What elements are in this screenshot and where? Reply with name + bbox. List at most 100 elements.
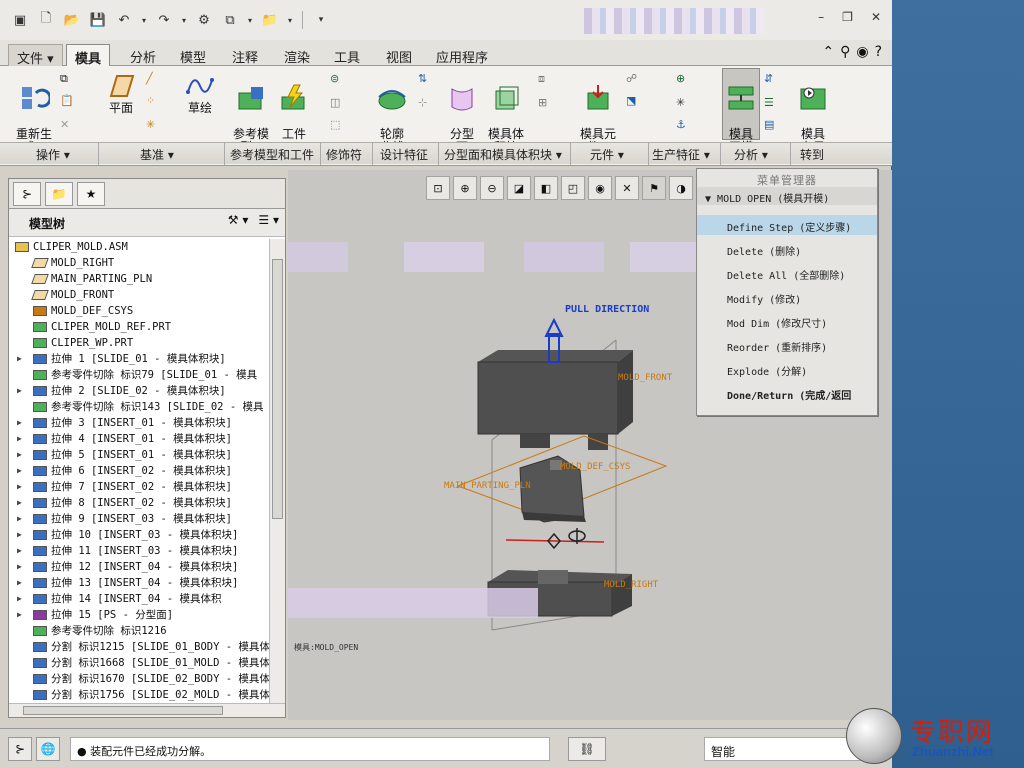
view-manager-icon[interactable]: ◉ bbox=[588, 176, 612, 200]
new-file-icon[interactable]: 🗋 bbox=[36, 10, 56, 30]
tab-applications[interactable]: 应用程序 bbox=[428, 44, 496, 66]
expand-arrow-icon[interactable]: ▶ bbox=[17, 511, 22, 527]
group-operations[interactable]: 操作 ▾ bbox=[36, 146, 70, 163]
undo-dropdown-icon[interactable]: ▾ bbox=[140, 10, 148, 30]
split-volume-icon[interactable]: ⊞ bbox=[538, 96, 554, 112]
tab-analysis[interactable]: 分析 bbox=[122, 44, 164, 66]
tab-view[interactable]: 视图 bbox=[378, 44, 420, 66]
shrinkage-icon[interactable]: ◫ bbox=[330, 96, 346, 112]
group-datum[interactable]: 基准 ▾ bbox=[140, 146, 174, 163]
expand-arrow-icon[interactable]: ▶ bbox=[17, 575, 22, 591]
group-production[interactable]: 生产特征 ▾ bbox=[652, 146, 710, 163]
volume-icon[interactable]: ⧈ bbox=[538, 72, 554, 88]
tree-row[interactable]: ▶ 拉伸 1 [SLIDE_01 - 模具体积块] bbox=[9, 351, 269, 367]
expand-arrow-icon[interactable]: ▶ bbox=[17, 351, 22, 367]
tree-row[interactable]: 参考零件切除 标识79 [SLIDE_01 - 模具 bbox=[9, 367, 269, 383]
expand-arrow-icon[interactable]: ▶ bbox=[17, 495, 22, 511]
search-icon[interactable]: ⚲ bbox=[840, 44, 850, 60]
close-window-icon[interactable]: 📁 bbox=[260, 10, 280, 30]
tree-row[interactable]: MOLD_RIGHT bbox=[9, 255, 269, 271]
tree-row[interactable]: 分割 标识1668 [SLIDE_01_MOLD - 模具体 bbox=[9, 655, 269, 671]
zoom-in-icon[interactable]: ⊕ bbox=[453, 176, 477, 200]
tab-annotate[interactable]: 注释 bbox=[224, 44, 266, 66]
save-icon[interactable]: 💾 bbox=[88, 10, 108, 30]
tree-hscroll-thumb[interactable] bbox=[23, 706, 223, 715]
waterline-icon[interactable]: ⚓ bbox=[676, 118, 692, 134]
projected-area-icon[interactable]: ▤ bbox=[764, 118, 780, 134]
windows-dropdown-icon[interactable]: ▾ bbox=[246, 10, 254, 30]
model-tree-tab-icon[interactable]: ⊱ bbox=[13, 182, 41, 206]
menu-manager-item[interactable]: Delete (删除) bbox=[697, 239, 877, 259]
tab-file[interactable]: 文件 ▾ bbox=[8, 44, 63, 67]
browser-toggle-icon[interactable]: 🌐 bbox=[36, 737, 60, 761]
undo-icon[interactable]: ↶ bbox=[114, 10, 134, 30]
menu-manager-item[interactable]: Define Step (定义步骤) bbox=[697, 215, 877, 235]
tree-row[interactable]: 参考零件切除 标识143 [SLIDE_02 - 模具 bbox=[9, 399, 269, 415]
favorites-tab-icon[interactable]: ★ bbox=[77, 182, 105, 206]
volume-split-icon[interactable]: ⇅ bbox=[418, 72, 434, 88]
regenerate-icon[interactable]: ⚙ bbox=[194, 10, 214, 30]
datum-display-icon[interactable]: ✕ bbox=[615, 176, 639, 200]
tree-scroll-thumb[interactable] bbox=[272, 259, 283, 519]
tree-row[interactable]: ▶ 拉伸 3 [INSERT_01 - 模具体积块] bbox=[9, 415, 269, 431]
expand-arrow-icon[interactable]: ▶ bbox=[17, 415, 22, 431]
tree-horizontal-scrollbar[interactable] bbox=[9, 703, 285, 717]
expand-arrow-icon[interactable]: ▶ bbox=[17, 527, 22, 543]
tree-vertical-scrollbar[interactable] bbox=[269, 239, 285, 705]
tree-row[interactable]: ▶ 拉伸 8 [INSERT_02 - 模具体积块] bbox=[9, 495, 269, 511]
menu-manager-item[interactable]: Done/Return (完成/返回 bbox=[697, 383, 877, 403]
tree-row[interactable]: MAIN_PARTING_PLN bbox=[9, 271, 269, 287]
cast-icon[interactable]: ☍ bbox=[626, 72, 642, 88]
menu-manager-header[interactable]: ▼ MOLD OPEN (模具开模) bbox=[697, 187, 877, 205]
tab-model[interactable]: 模型 bbox=[172, 44, 214, 66]
mold-base-icon[interactable]: ⬔ bbox=[626, 94, 642, 110]
expand-arrow-icon[interactable]: ▶ bbox=[17, 463, 22, 479]
folder-browser-tab-icon[interactable]: 📁 bbox=[45, 182, 73, 206]
paste-icon[interactable]: 📋 bbox=[60, 94, 76, 110]
delete-icon[interactable]: ✕ bbox=[60, 118, 76, 134]
tree-row[interactable]: MOLD_DEF_CSYS bbox=[9, 303, 269, 319]
repaint-icon[interactable]: ◪ bbox=[507, 176, 531, 200]
expand-arrow-icon[interactable]: ▶ bbox=[17, 447, 22, 463]
tree-row[interactable]: ▶ 拉伸 15 [PS - 分型面] bbox=[9, 607, 269, 623]
folder-dropdown-icon[interactable]: ▾ bbox=[286, 10, 294, 30]
plane-button[interactable]: 平面 bbox=[104, 70, 138, 115]
axis-icon[interactable]: ╱ bbox=[146, 72, 162, 88]
point-icon[interactable]: ⁘ bbox=[146, 94, 162, 110]
app-window-icon[interactable]: ▣ bbox=[10, 10, 30, 30]
tree-row[interactable]: ▶ 拉伸 6 [INSERT_02 - 模具体积块] bbox=[9, 463, 269, 479]
menu-manager-item[interactable]: Modify (修改) bbox=[697, 287, 877, 307]
tab-tools[interactable]: 工具 bbox=[326, 44, 368, 66]
draft-analysis-icon[interactable]: ⇵ bbox=[764, 72, 780, 88]
redo-dropdown-icon[interactable]: ▾ bbox=[180, 10, 188, 30]
restore-button[interactable]: ❐ bbox=[842, 10, 853, 24]
refit-icon[interactable]: ⊡ bbox=[426, 176, 450, 200]
group-components[interactable]: 元件 ▾ bbox=[590, 146, 624, 163]
tree-row[interactable]: ▶ 拉伸 14 [INSERT_04 - 模具体积 bbox=[9, 591, 269, 607]
customize-toolbar-icon[interactable]: ▾ bbox=[311, 10, 331, 30]
model-tree-tools-icon[interactable]: ⚒ ▾ bbox=[228, 213, 249, 227]
saved-orientations-icon[interactable]: ◰ bbox=[561, 176, 585, 200]
tree-row[interactable]: MOLD_FRONT bbox=[9, 287, 269, 303]
find-icon[interactable]: ⛓ bbox=[568, 737, 606, 761]
help-icon[interactable]: ? bbox=[875, 44, 882, 60]
group-analysis[interactable]: 分析 ▾ bbox=[734, 146, 768, 163]
expand-arrow-icon[interactable]: ▶ bbox=[17, 559, 22, 575]
tree-row[interactable]: 参考零件切除 标识1216 bbox=[9, 623, 269, 639]
spin-center-icon[interactable]: ◑ bbox=[669, 176, 693, 200]
tree-row[interactable]: ▶ 拉伸 7 [INSERT_02 - 模具体积块] bbox=[9, 479, 269, 495]
tree-row[interactable]: 分割 标识1670 [SLIDE_02_BODY - 模具体 bbox=[9, 671, 269, 687]
expand-arrow-icon[interactable]: ▶ bbox=[17, 431, 22, 447]
design-feature-icon[interactable]: ⊹ bbox=[418, 96, 434, 112]
model-tree-settings-icon[interactable]: ☰ ▾ bbox=[258, 213, 279, 227]
csys-icon[interactable]: ✳ bbox=[146, 118, 162, 134]
menu-manager-item[interactable]: Mod Dim (修改尺寸) bbox=[697, 311, 877, 331]
windows-icon[interactable]: ⧉ bbox=[220, 10, 240, 30]
tree-row[interactable]: ▶ 拉伸 13 [INSERT_04 - 模具体积块] bbox=[9, 575, 269, 591]
tab-mold[interactable]: 模具 bbox=[66, 44, 111, 67]
display-style-icon[interactable]: ◧ bbox=[534, 176, 558, 200]
group-parting-volume[interactable]: 分型面和模具体积块 ▾ bbox=[444, 146, 562, 163]
tree-row[interactable]: CLIPER_MOLD.ASM bbox=[9, 239, 269, 255]
ejector-pin-icon[interactable]: ⊕ bbox=[676, 72, 692, 88]
tree-row[interactable]: ▶ 拉伸 4 [INSERT_01 - 模具体积块] bbox=[9, 431, 269, 447]
